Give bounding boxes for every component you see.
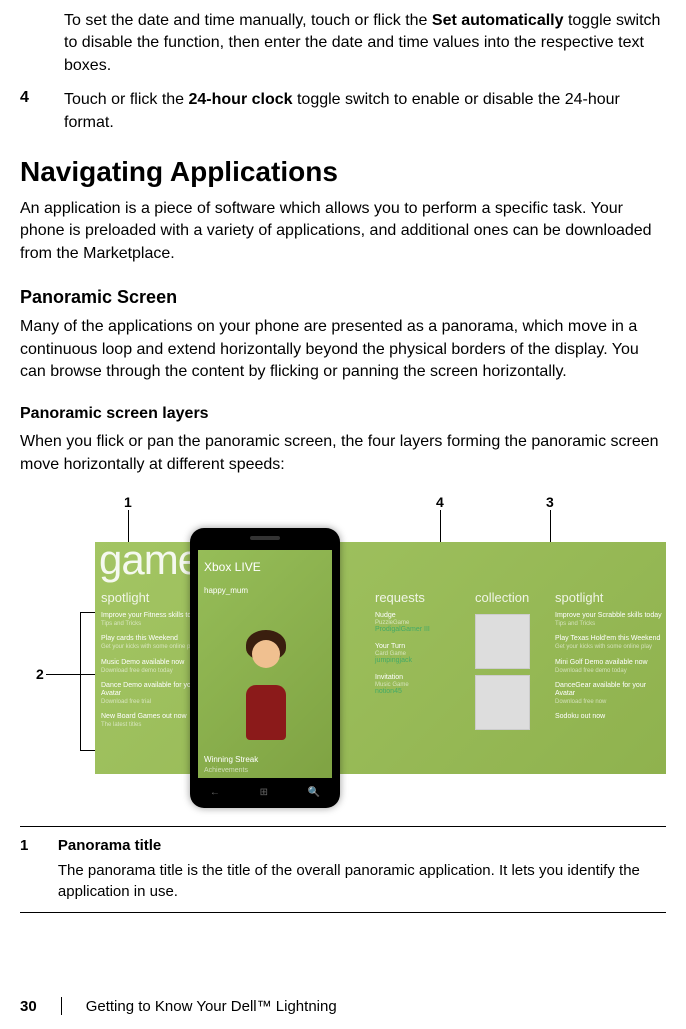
page-number: 30	[20, 998, 37, 1015]
section-collection: collection	[475, 590, 529, 605]
heading-panoramic-screen: Panoramic Screen	[20, 287, 666, 308]
panorama-figure: 1 4 3 2 games spotlight Improve your Fit…	[20, 494, 666, 814]
back-icon: ←	[210, 787, 220, 798]
list-item: InvitationMusic Gamenotion45	[375, 674, 465, 695]
step-number: 4	[20, 89, 64, 134]
table-row: 1 Panorama title The panorama title is t…	[20, 837, 666, 902]
panoramic-para: Many of the applications on your phone a…	[20, 316, 666, 383]
callout-bracket	[80, 612, 96, 613]
callout-bracket	[80, 750, 96, 751]
list-item: Your TurnCard Gamejumpingjack	[375, 643, 465, 664]
section-spotlight2: spotlight	[555, 590, 603, 605]
callout-bracket	[80, 612, 81, 750]
section-spotlight: spotlight	[101, 590, 149, 605]
list-item: Sodoku out now	[555, 713, 665, 721]
heading-navigating-applications: Navigating Applications	[20, 156, 666, 188]
list-item: Improve your Scrabble skills todayTips a…	[555, 612, 665, 627]
def-number: 1	[20, 837, 58, 902]
callout-4: 4	[436, 494, 444, 510]
xbox-username: happy_mum	[204, 586, 248, 595]
step-text: Touch or flick the 24-hour clock toggle …	[64, 89, 666, 134]
step-4: 4 Touch or flick the 24-hour clock toggl…	[20, 89, 666, 134]
def-title: Panorama title	[58, 837, 666, 854]
phone-screen: Xbox LIVE happy_mum Winning Streak Achie…	[198, 550, 332, 778]
heading-panoramic-layers: Panoramic screen layers	[20, 405, 666, 423]
xbox-achievement: Winning Streak	[204, 755, 258, 764]
spotlight2-list: Improve your Scrabble skills todayTips a…	[555, 612, 665, 729]
definition-table: 1 Panorama title The panorama title is t…	[20, 826, 666, 913]
list-item: Play Texas Hold'em this WeekendGet your …	[555, 635, 665, 650]
clock-label: 24-hour clock	[189, 91, 293, 108]
windows-icon: ⊞	[260, 787, 268, 798]
chapter-title: Getting to Know Your Dell™ Lightning	[86, 998, 337, 1015]
def-description: The panorama title is the title of the o…	[58, 860, 666, 902]
manual-set-para: To set the date and time manually, touch…	[64, 10, 666, 77]
navigating-para: An application is a piece of software wh…	[20, 198, 666, 265]
list-item: DanceGear available for your AvatarDownl…	[555, 682, 665, 705]
list-item: Mini Golf Demo available nowDownload fre…	[555, 659, 665, 674]
callout-3: 3	[546, 494, 554, 510]
phone-buttons: ← ⊞ 🔍	[190, 784, 340, 800]
footer-divider	[61, 997, 62, 1015]
panorama-strip: games spotlight Improve your Fitness ski…	[95, 542, 666, 774]
search-icon: 🔍	[308, 787, 320, 798]
xbox-achievement-sub: Achievements	[204, 767, 248, 774]
section-xbox-live: Xbox LIVE	[204, 560, 261, 574]
page-footer: 30 Getting to Know Your Dell™ Lightning	[0, 997, 337, 1015]
callout-1: 1	[124, 494, 132, 510]
set-automatically-label: Set automatically	[432, 12, 564, 29]
list-item: NudgePuzzleGameProdigalGamer III	[375, 612, 465, 633]
requests-list: NudgePuzzleGameProdigalGamer III Your Tu…	[375, 612, 465, 705]
text: To set the date and time manually, touch…	[64, 12, 432, 29]
panoramic-layers-para: When you flick or pan the panoramic scre…	[20, 431, 666, 476]
collection-tile	[475, 675, 530, 730]
callout-2: 2	[36, 666, 44, 682]
text: Touch or flick the	[64, 91, 189, 108]
avatar-icon	[226, 620, 306, 740]
phone-frame: Xbox LIVE happy_mum Winning Streak Achie…	[190, 528, 340, 808]
collection-tile	[475, 614, 530, 669]
section-requests: requests	[375, 590, 425, 605]
callout-line	[46, 674, 96, 675]
